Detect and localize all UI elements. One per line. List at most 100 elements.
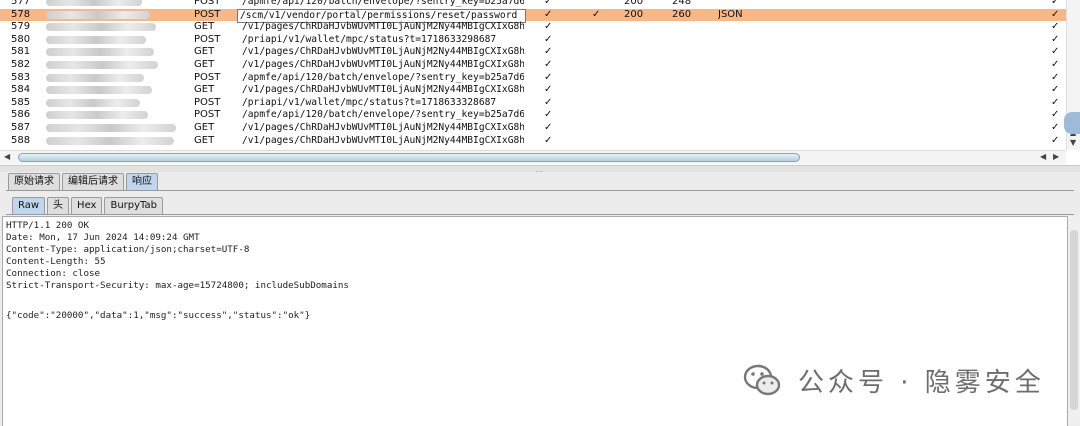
row-url: /v1/pages/ChRDaHJvbWUvMTI0LjAuNjM2Ny44MB… [242,59,524,70]
row-tls-check: ✓ [1051,109,1060,121]
row-method: GET [194,122,215,133]
tab-view-0[interactable]: Raw [12,197,46,214]
row-method: POST [194,109,221,121]
response-header-line: Content-Length: 55 [6,256,106,267]
row-tls-check: ✓ [1051,0,1060,7]
row-method: GET [194,21,215,33]
row-number: 578 [11,8,31,20]
scroll-right-arrow-icon[interactable]: ▶ [1053,152,1059,161]
response-scrollbar[interactable] [1068,216,1080,425]
row-method: GET [194,134,215,146]
tab-message-0[interactable]: 原始请求 [8,173,60,190]
row-tls-check: ✓ [1051,71,1060,83]
row-params-check: ✓ [544,96,553,108]
row-method: POST [194,96,221,108]
row-length: 248 [672,0,692,7]
row-tls-check: ✓ [1051,122,1060,133]
row-tls-check: ✓ [1051,59,1060,70]
row-number: 588 [11,134,31,146]
row-url: /v1/pages/ChRDaHJvbWUvMTI0LjAuNjM2Ny44MB… [242,46,524,58]
row-url: /apmfe/api/120/batch/envelope/?sentry_ke… [242,109,524,121]
row-params-check: ✓ [544,59,553,70]
response-header-line: Strict-Transport-Security: max-age=15724… [6,280,349,291]
response-headers[interactable]: HTTP/1.1 200 OK Date: Mon, 17 Jun 2024 14… [3,217,1067,295]
row-params-check: ✓ [544,33,553,45]
row-url: /priapi/v1/wallet/mpc/status?t=171863332… [242,96,497,108]
view-tabs: Raw 头 Hex BurpyTab [12,197,165,214]
tab-view-1[interactable]: 头 [47,197,70,214]
row-method: GET [194,59,215,70]
tab-view-3[interactable]: BurpyTab [104,197,163,214]
row-url: /v1/pages/ChRDaHJvbWUvMTI0LjAuNjM2Ny44MB… [242,21,524,33]
row-url: /apmfe/api/120/batch/envelope/?sentry_ke… [242,0,524,7]
response-header-line: Connection: close [6,268,101,279]
pane-splitter[interactable]: ⋯ [0,165,1080,176]
side-panel-handle[interactable] [1064,112,1080,134]
table-row[interactable]: 584 GET/v1/pages/ChRDaHJvbWUvMTI0LjAuNjM2… [0,84,1066,97]
row-tls-check: ✓ [1051,8,1060,20]
row-params-check: ✓ [544,122,553,133]
tab-message-2[interactable]: 响应 [126,173,158,190]
row-number: 584 [11,84,31,96]
table-row[interactable]: 587 GET/v1/pages/ChRDaHJvbWUvMTI0LjAuNjM2… [0,122,1066,135]
response-header-line: Content-Type: application/json;charset=U… [6,244,250,255]
row-params-check: ✓ [544,8,553,20]
row-params-check: ✓ [544,71,553,83]
row-url: /apmfe/api/120/batch/envelope/?sentry_ke… [242,71,524,83]
response-header-line: HTTP/1.1 200 OK [6,220,89,231]
row-host-redacted [46,135,186,150]
row-params-check: ✓ [544,134,553,146]
table-row[interactable]: 583 POST/apmfe/api/120/batch/envelope/?se… [0,72,1066,85]
row-method: POST [194,71,221,83]
row-params-check: ✓ [544,0,553,7]
row-method: GET [194,84,215,96]
row-method: POST [194,33,221,45]
table-row[interactable]: 588 GET/v1/pages/ChRDaHJvbWUvMTI0LjAuNjM2… [0,135,1066,148]
row-method: POST [194,0,221,7]
row-number: 583 [11,71,31,83]
row-tls-check: ✓ [1051,134,1060,146]
row-number: 582 [11,59,31,70]
watermark: 公众号 · 隐雾安全 [742,360,1045,400]
row-tls-check: ✓ [1051,46,1060,58]
tab-message-1[interactable]: 编辑后请求 [62,173,124,190]
row-url: /v1/pages/ChRDaHJvbWUvMTI0LjAuNjM2Ny44MB… [242,122,524,133]
response-body[interactable]: {"code":"20000","data":1,"msg":"success"… [3,307,1067,325]
tab-view-2[interactable]: Hex [71,197,103,214]
scroll-left-arrow-icon[interactable]: ◀ [4,152,10,161]
response-scroll-thumb[interactable] [1070,230,1078,410]
row-tls-check: ✓ [1051,84,1060,96]
row-number: 586 [11,109,31,121]
table-row[interactable]: 581 GET/v1/pages/ChRDaHJvbWUvMTI0LjAuNjM2… [0,46,1066,59]
table-row[interactable]: 586 POST/apmfe/api/120/batch/envelope/?se… [0,109,1066,122]
row-tls-check: ✓ [1051,21,1060,33]
row-url: /v1/pages/ChRDaHJvbWUvMTI0LjAuNjM2Ny44MB… [242,84,524,96]
row-params-check: ✓ [544,84,553,96]
row-tls-check: ✓ [1051,33,1060,45]
row-edited-check: ✓ [592,8,601,20]
table-row[interactable]: 577 POST/apmfe/api/120/batch/envelope/?se… [0,0,1066,9]
http-history-table[interactable]: 577 POST/apmfe/api/120/batch/envelope/?se… [0,0,1080,165]
table-row[interactable]: 579 GET/v1/pages/ChRDaHJvbWUvMTI0LjAuNjM2… [0,21,1066,34]
table-row[interactable]: 578 POST/scm/v1/vendor/portal/permissions… [0,8,1066,24]
tab-divider [6,214,1074,215]
row-url: /priapi/v1/wallet/mpc/status?t=171863329… [242,33,497,45]
watermark-text: 公众号 · 隐雾安全 [798,367,1045,398]
row-number: 580 [11,33,31,45]
horizontal-scroll-thumb[interactable] [18,153,800,162]
scroll-down-arrow-icon[interactable]: ▼ [1070,138,1080,147]
row-status: 200 [624,0,644,7]
row-number: 585 [11,96,31,108]
table-row[interactable]: 582 GET/v1/pages/ChRDaHJvbWUvMTI0LjAuNjM2… [0,59,1066,72]
response-header-line: Date: Mon, 17 Jun 2024 14:09:24 GMT [6,232,200,243]
row-number: 579 [11,21,31,33]
splitter-grip-icon: ⋯ [535,167,544,176]
row-status: 200 [624,8,644,20]
table-row[interactable]: 580 POST/priapi/v1/wallet/mpc/status?t=17… [0,34,1066,47]
row-params-check: ✓ [544,21,553,33]
row-method: POST [194,8,221,20]
row-url: /v1/pages/ChRDaHJvbWUvMTI0LjAuNjM2Ny44MB… [242,134,524,146]
scroll-right-arrow-icon[interactable]: ◀ [1040,152,1046,161]
history-horizontal-scrollbar[interactable]: ◀ ◀ ▶ [0,150,1066,164]
table-row[interactable]: 585 POST/priapi/v1/wallet/mpc/status?t=17… [0,97,1066,110]
